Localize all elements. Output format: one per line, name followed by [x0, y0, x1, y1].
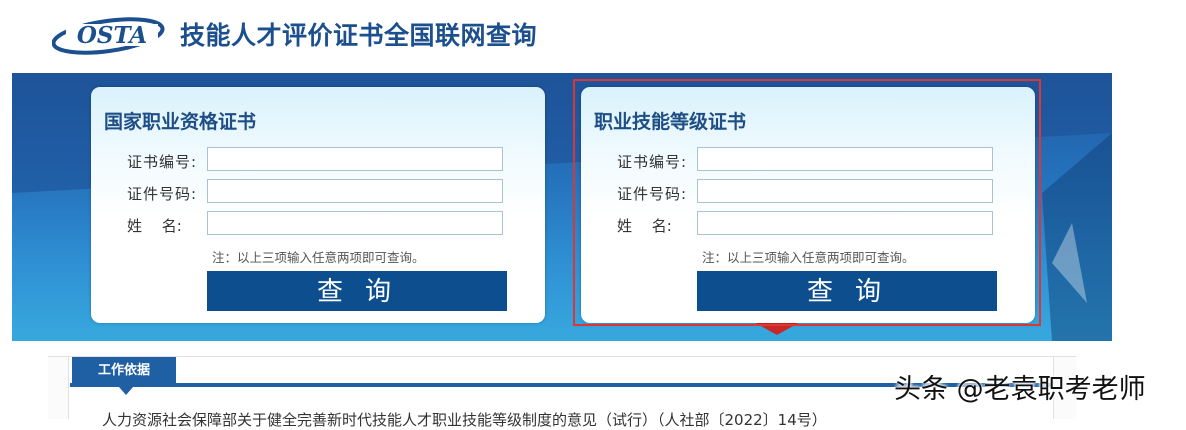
query-banner: 国家职业资格证书 证书编号: 证件号码: 姓 名: 注：以上三项输入任意两项即可… [12, 73, 1112, 341]
skill-id-no-row: 证件号码: [617, 179, 1037, 207]
national-id-no-input[interactable] [207, 179, 503, 203]
tab-work-basis[interactable]: 工作依据 [72, 357, 176, 387]
osta-logo: OSTA [52, 17, 165, 55]
skill-cert-no-input[interactable] [697, 147, 993, 171]
cert-no-label: 证书编号: [127, 153, 198, 171]
national-name-input[interactable] [207, 211, 503, 235]
national-query-note: 注：以上三项输入任意两项即可查询。 [212, 250, 425, 265]
skill-name-input[interactable] [697, 211, 993, 235]
skill-id-no-input[interactable] [697, 179, 993, 203]
skill-name-row: 姓 名: [617, 211, 1037, 239]
skill-cert-no-row: 证书编号: [617, 147, 1037, 175]
national-cert-no-row: 证书编号: [127, 147, 547, 175]
tab-pointer-icon [119, 387, 133, 395]
basis-document-link[interactable]: 人力资源社会保障部关于健全完善新时代技能人才职业技能等级制度的意见（试行）（人社… [102, 409, 827, 430]
national-id-no-row: 证件号码: [127, 179, 547, 207]
skill-cert-title: 职业技能等级证书 [594, 111, 747, 133]
skill-query-note: 注：以上三项输入任意两项即可查询。 [702, 250, 915, 265]
watermark: 头条 @老袁职考老师 [894, 374, 1146, 405]
skill-cert-query-card: 职业技能等级证书 证书编号: 证件号码: 姓 名: 注：以上三项输入任意两项即可… [581, 87, 1035, 323]
name-label: 姓 名: [617, 217, 672, 235]
page-header: OSTA 技能人才评价证书全国联网查询 [0, 0, 1186, 72]
national-cert-title: 国家职业资格证书 [104, 111, 257, 133]
id-no-label: 证件号码: [127, 185, 198, 203]
name-label: 姓 名: [127, 217, 182, 235]
national-cert-no-input[interactable] [207, 147, 503, 171]
id-no-label: 证件号码: [617, 185, 688, 203]
site-title: 技能人才评价证书全国联网查询 [180, 21, 538, 50]
logo-text: OSTA [77, 22, 147, 49]
national-name-row: 姓 名: [127, 211, 547, 239]
national-query-button[interactable]: 查询 [207, 271, 507, 311]
national-cert-query-card: 国家职业资格证书 证书编号: 证件号码: 姓 名: 注：以上三项输入任意两项即可… [91, 87, 545, 323]
skill-query-button[interactable]: 查询 [697, 271, 997, 311]
cert-no-label: 证书编号: [617, 153, 688, 171]
